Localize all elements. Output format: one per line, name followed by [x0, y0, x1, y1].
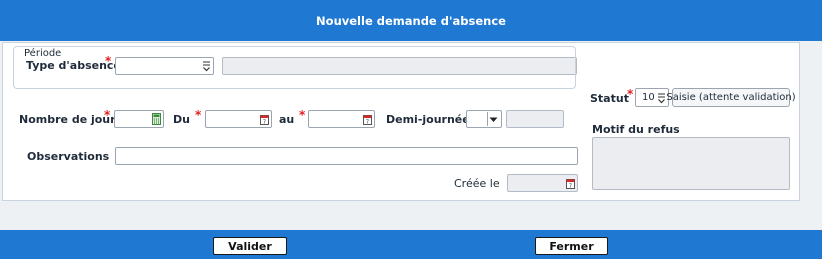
required-mark: *	[299, 108, 306, 122]
required-mark: *	[627, 87, 634, 101]
svg-text:7: 7	[262, 119, 265, 125]
svg-text:7: 7	[568, 183, 571, 189]
creee-le-label: Créée le	[454, 177, 500, 190]
fermer-button[interactable]: Fermer	[535, 237, 608, 255]
du-label: Du	[173, 113, 190, 126]
statut-label: Statut	[590, 92, 629, 105]
chevron-down-icon[interactable]	[488, 114, 498, 126]
date-au-input[interactable]: 7	[308, 110, 375, 128]
calendar-icon[interactable]: 7	[259, 113, 269, 125]
demi-journee-select[interactable]	[466, 110, 502, 128]
calculator-icon[interactable]	[151, 113, 161, 125]
motif-refus-label: Motif du refus	[592, 123, 680, 136]
calendar-icon: 7	[565, 177, 575, 189]
observations-input[interactable]	[115, 147, 578, 165]
dialog-title: Nouvelle demande d'absence	[316, 13, 506, 28]
periode-legend: Période	[22, 48, 64, 59]
observations-label: Observations	[27, 150, 110, 163]
svg-text:7: 7	[365, 119, 368, 125]
creee-le-input: 7	[507, 174, 578, 192]
valider-button[interactable]: Valider	[213, 237, 287, 255]
demi-journee-extra	[506, 110, 564, 128]
demi-journee-label: Demi-journée	[386, 113, 470, 126]
combo-dropdown-icon[interactable]	[656, 92, 666, 104]
nombre-jours-input[interactable]	[114, 110, 164, 128]
periode-group: Période	[13, 46, 576, 89]
statut-code-field[interactable]: 10	[635, 88, 669, 107]
dialog-title-bar: Nouvelle demande d'absence	[0, 0, 822, 41]
calendar-icon[interactable]: 7	[362, 113, 372, 125]
required-mark: *	[104, 108, 111, 122]
required-mark: *	[195, 108, 202, 122]
au-label: au	[279, 113, 295, 126]
statut-text-field: Saisie (attente validation)	[666, 88, 796, 107]
date-du-input[interactable]: 7	[205, 110, 272, 128]
dialog-footer: Valider Fermer	[0, 230, 822, 259]
motif-refus-textarea	[592, 137, 790, 190]
